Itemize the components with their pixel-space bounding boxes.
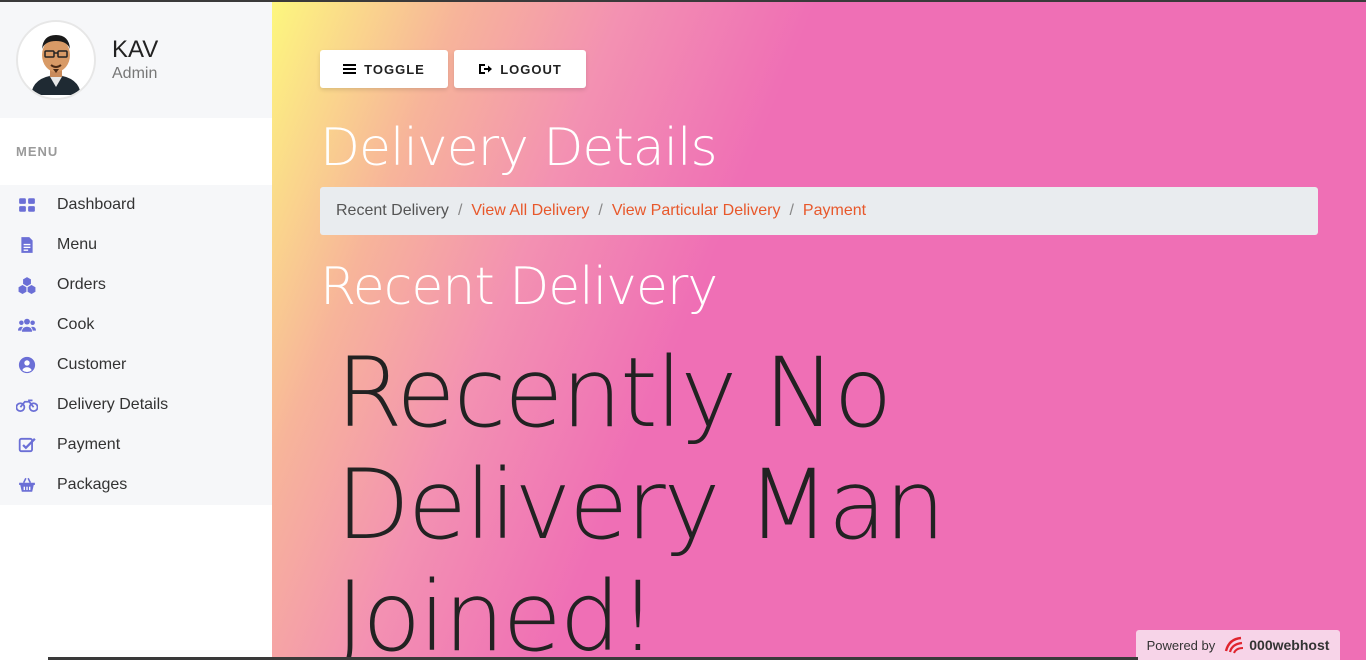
section-title: Recent Delivery	[320, 257, 718, 317]
users-icon	[16, 314, 38, 336]
sign-out-icon	[478, 63, 493, 75]
sidebar-item-orders[interactable]: Orders	[0, 265, 272, 305]
sidebar-item-delivery-details[interactable]: Delivery Details	[0, 385, 272, 425]
sidebar-menu: Dashboard Menu Orders Cook Customer Deli…	[0, 185, 272, 505]
cubes-icon	[16, 274, 38, 296]
breadcrumb-current: Recent Delivery	[336, 202, 449, 219]
sidebar-item-label: Packages	[57, 476, 128, 493]
logout-label: LOGOUT	[500, 61, 562, 77]
check-square-icon	[16, 434, 38, 456]
menu-heading: MENU	[16, 144, 59, 159]
user-circle-icon	[16, 354, 38, 376]
breadcrumb-view-all-delivery[interactable]: View All Delivery	[471, 202, 589, 220]
toggle-label: TOGGLE	[364, 61, 425, 77]
powered-by-label: Powered by	[1146, 637, 1216, 653]
toggle-button[interactable]: TOGGLE	[320, 50, 448, 88]
basket-icon	[16, 474, 38, 496]
breadcrumb-payment[interactable]: Payment	[803, 202, 866, 220]
webhost-logo-icon	[1223, 636, 1245, 654]
document-icon	[16, 234, 38, 256]
sidebar-item-label: Customer	[57, 356, 127, 373]
sidebar-item-label: Delivery Details	[57, 396, 169, 413]
avatar-image	[21, 25, 91, 95]
sidebar-item-packages[interactable]: Packages	[0, 465, 272, 505]
avatar[interactable]	[16, 20, 96, 100]
breadcrumb: Recent Delivery / View All Delivery / Vi…	[320, 187, 1318, 235]
empty-state-message: Recently No Delivery Man Joined!	[336, 337, 946, 660]
sidebar-item-customer[interactable]: Customer	[0, 345, 272, 385]
sidebar-item-label: Menu	[57, 236, 98, 253]
sidebar-item-label: Dashboard	[57, 196, 136, 213]
sidebar-item-cook[interactable]: Cook	[0, 305, 272, 345]
motorcycle-icon	[16, 394, 38, 416]
dashboard-icon	[16, 194, 38, 216]
bars-icon	[343, 63, 357, 75]
sidebar-item-label: Payment	[57, 436, 121, 453]
main-content: TOGGLE LOGOUT Delivery Details Recent De…	[272, 2, 1366, 660]
sidebar-item-label: Cook	[57, 316, 95, 333]
profile-text: KAV Admin	[112, 36, 158, 84]
sidebar: KAV Admin MENU Dashboard Menu Orders Coo…	[0, 2, 272, 660]
powered-by-brand: 000webhost	[1249, 637, 1330, 653]
top-border	[0, 0, 1366, 2]
breadcrumb-separator: /	[598, 202, 603, 219]
profile-name: KAV	[112, 36, 159, 63]
profile-role: Admin	[112, 65, 158, 82]
sidebar-item-label: Orders	[57, 276, 106, 293]
sidebar-item-menu[interactable]: Menu	[0, 225, 272, 265]
sidebar-item-payment[interactable]: Payment	[0, 425, 272, 465]
breadcrumb-view-particular-delivery[interactable]: View Particular Delivery	[612, 202, 781, 220]
page-title: Delivery Details	[320, 118, 718, 178]
breadcrumb-separator: /	[457, 202, 463, 219]
logout-button[interactable]: LOGOUT	[454, 50, 586, 88]
profile-card: KAV Admin	[0, 2, 272, 118]
toolbar: TOGGLE LOGOUT	[320, 50, 586, 88]
breadcrumb-separator: /	[789, 202, 794, 219]
powered-by-badge[interactable]: Powered by 000webhost	[1136, 630, 1340, 660]
sidebar-item-dashboard[interactable]: Dashboard	[0, 185, 272, 225]
